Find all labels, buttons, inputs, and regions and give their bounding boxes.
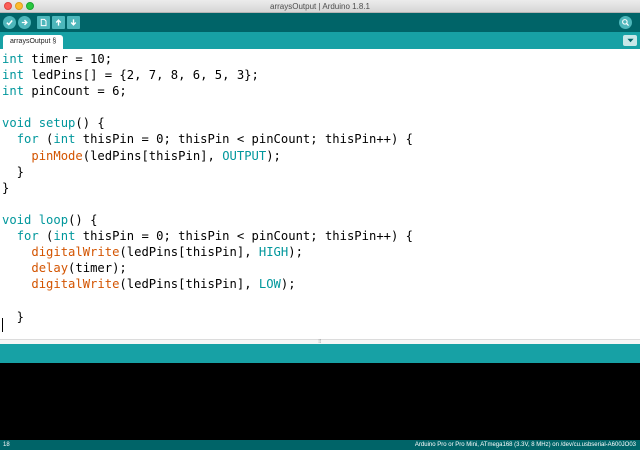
code-line[interactable]: } — [2, 164, 413, 180]
code-line[interactable]: pinMode(ledPins[thisPin], OUTPUT); — [2, 148, 413, 164]
toolbar — [0, 13, 640, 32]
magnifier-icon — [622, 19, 630, 27]
status-bar: 18 Arduino Pro or Pro Mini, ATmega168 (3… — [0, 440, 640, 450]
message-area — [0, 344, 640, 363]
code-line[interactable]: for (int thisPin = 0; thisPin < pinCount… — [2, 131, 413, 147]
tab-arraysoutput[interactable]: arraysOutput § — [3, 35, 64, 49]
tab-bar: arraysOutput § — [0, 32, 640, 49]
open-button[interactable] — [52, 16, 65, 29]
save-button[interactable] — [67, 16, 80, 29]
arrow-up-icon — [55, 19, 62, 26]
title-bar: arraysOutput | Arduino 1.8.1 — [0, 0, 640, 13]
tab-menu-button[interactable] — [623, 35, 637, 46]
new-button[interactable] — [37, 16, 50, 29]
arrow-right-icon — [21, 19, 28, 26]
serial-monitor-button[interactable] — [619, 16, 632, 29]
window-title: arraysOutput | Arduino 1.8.1 — [270, 2, 370, 11]
text-caret — [2, 318, 3, 332]
code-line[interactable]: digitalWrite(ledPins[thisPin], LOW); — [2, 276, 413, 292]
arrow-down-icon — [70, 19, 77, 26]
code-editor[interactable]: int timer = 10; int ledPins[] = {2, 7, 8,… — [0, 49, 640, 339]
code-line[interactable]: digitalWrite(ledPins[thisPin], HIGH); — [2, 244, 413, 260]
code-text[interactable]: int timer = 10; int ledPins[] = {2, 7, 8,… — [2, 51, 413, 325]
line-number: 18 — [3, 442, 10, 448]
code-line[interactable]: void loop() { — [2, 212, 413, 228]
code-line[interactable] — [2, 196, 413, 212]
checkmark-icon — [6, 20, 13, 26]
code-line[interactable]: int ledPins[] = {2, 7, 8, 6, 5, 3}; — [2, 67, 413, 83]
upload-button[interactable] — [18, 16, 31, 29]
code-line[interactable] — [2, 292, 413, 308]
code-line[interactable]: delay(timer); — [2, 260, 413, 276]
board-info: Arduino Pro or Pro Mini, ATmega168 (3.3V… — [414, 442, 636, 448]
chevron-down-icon — [626, 38, 634, 43]
code-line[interactable]: } — [2, 309, 413, 325]
verify-button[interactable] — [3, 16, 16, 29]
console-output[interactable] — [0, 363, 640, 440]
code-line[interactable]: int pinCount = 6; — [2, 83, 413, 99]
new-file-icon — [40, 18, 47, 27]
code-line[interactable]: int timer = 10; — [2, 51, 413, 67]
code-line[interactable]: void setup() { — [2, 115, 413, 131]
code-line[interactable] — [2, 99, 413, 115]
code-line[interactable]: } — [2, 180, 413, 196]
code-line[interactable]: for (int thisPin = 0; thisPin < pinCount… — [2, 228, 413, 244]
